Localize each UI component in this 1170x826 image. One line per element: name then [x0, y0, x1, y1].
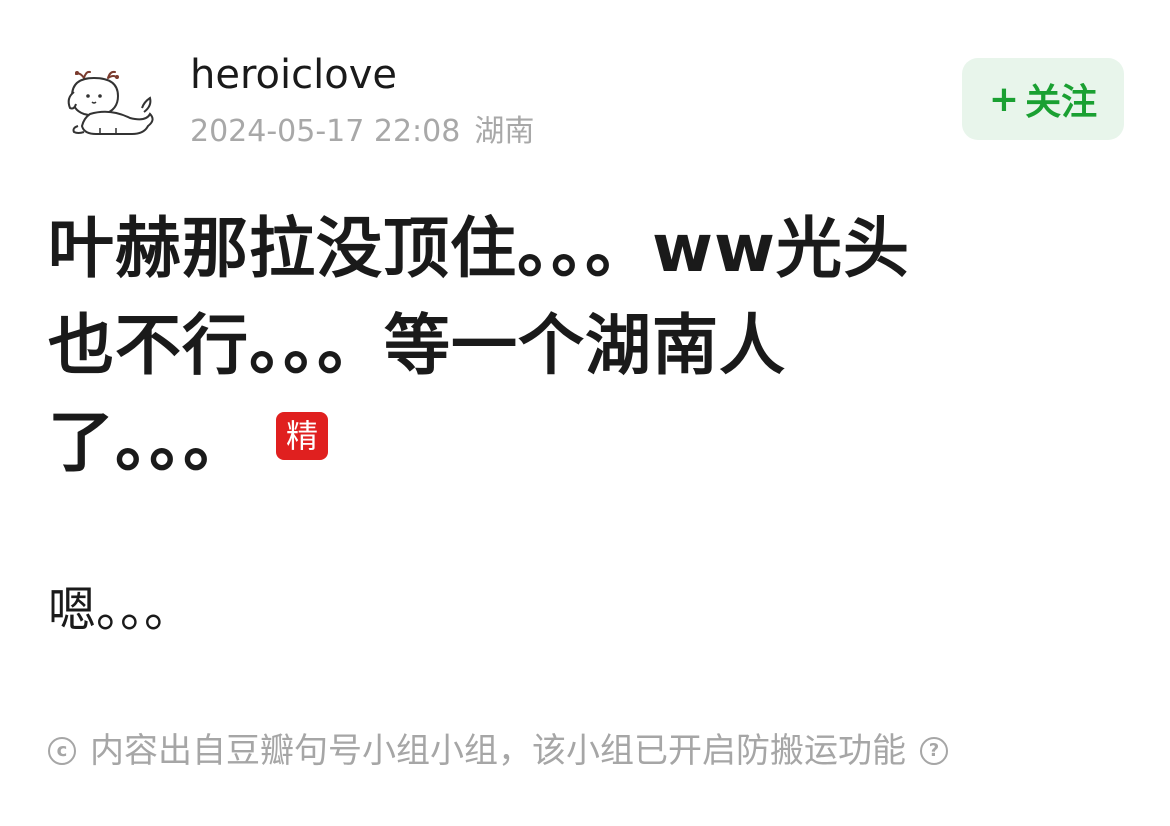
notice-text: 内容出自豆瓣句号小组小组，该小组已开启防搬运功能: [90, 731, 906, 771]
post-page: heroiclove 2024-05-17 22:08 湖南 + 关注 叶赫那拉没顶…: [0, 0, 1170, 826]
post-meta: 2024-05-17 22:08 湖南: [190, 112, 534, 152]
post-title-line-last: 了。。。精: [48, 394, 1128, 491]
author-name[interactable]: heroiclove: [190, 52, 397, 98]
avatar[interactable]: [60, 56, 160, 146]
post-location: 湖南: [474, 114, 535, 149]
plus-icon: +: [988, 78, 1020, 120]
copyright-icon: c: [48, 737, 76, 765]
copy-protection-notice: c 内容出自豆瓣句号小组小组，该小组已开启防搬运功能 ?: [48, 728, 1128, 774]
post-timestamp: 2024-05-17 22:08: [190, 114, 461, 149]
post-body: 嗯。。。: [48, 582, 193, 638]
follow-button[interactable]: + 关注: [962, 58, 1124, 140]
follow-button-label: 关注: [1025, 82, 1098, 123]
help-icon[interactable]: ?: [920, 737, 948, 765]
post-title-line-text: 了。。。: [48, 404, 250, 481]
post-title-line: 也不行。。。等一个湖南人: [48, 307, 786, 384]
featured-badge: 精: [276, 412, 328, 460]
cartoon-dog-avatar-icon: [67, 70, 154, 135]
post-title-line: 叶赫那拉没顶住。。。ww光头: [48, 210, 910, 287]
post-title: 叶赫那拉没顶住。。。ww光头 也不行。。。等一个湖南人 了。。。精: [48, 200, 1128, 491]
